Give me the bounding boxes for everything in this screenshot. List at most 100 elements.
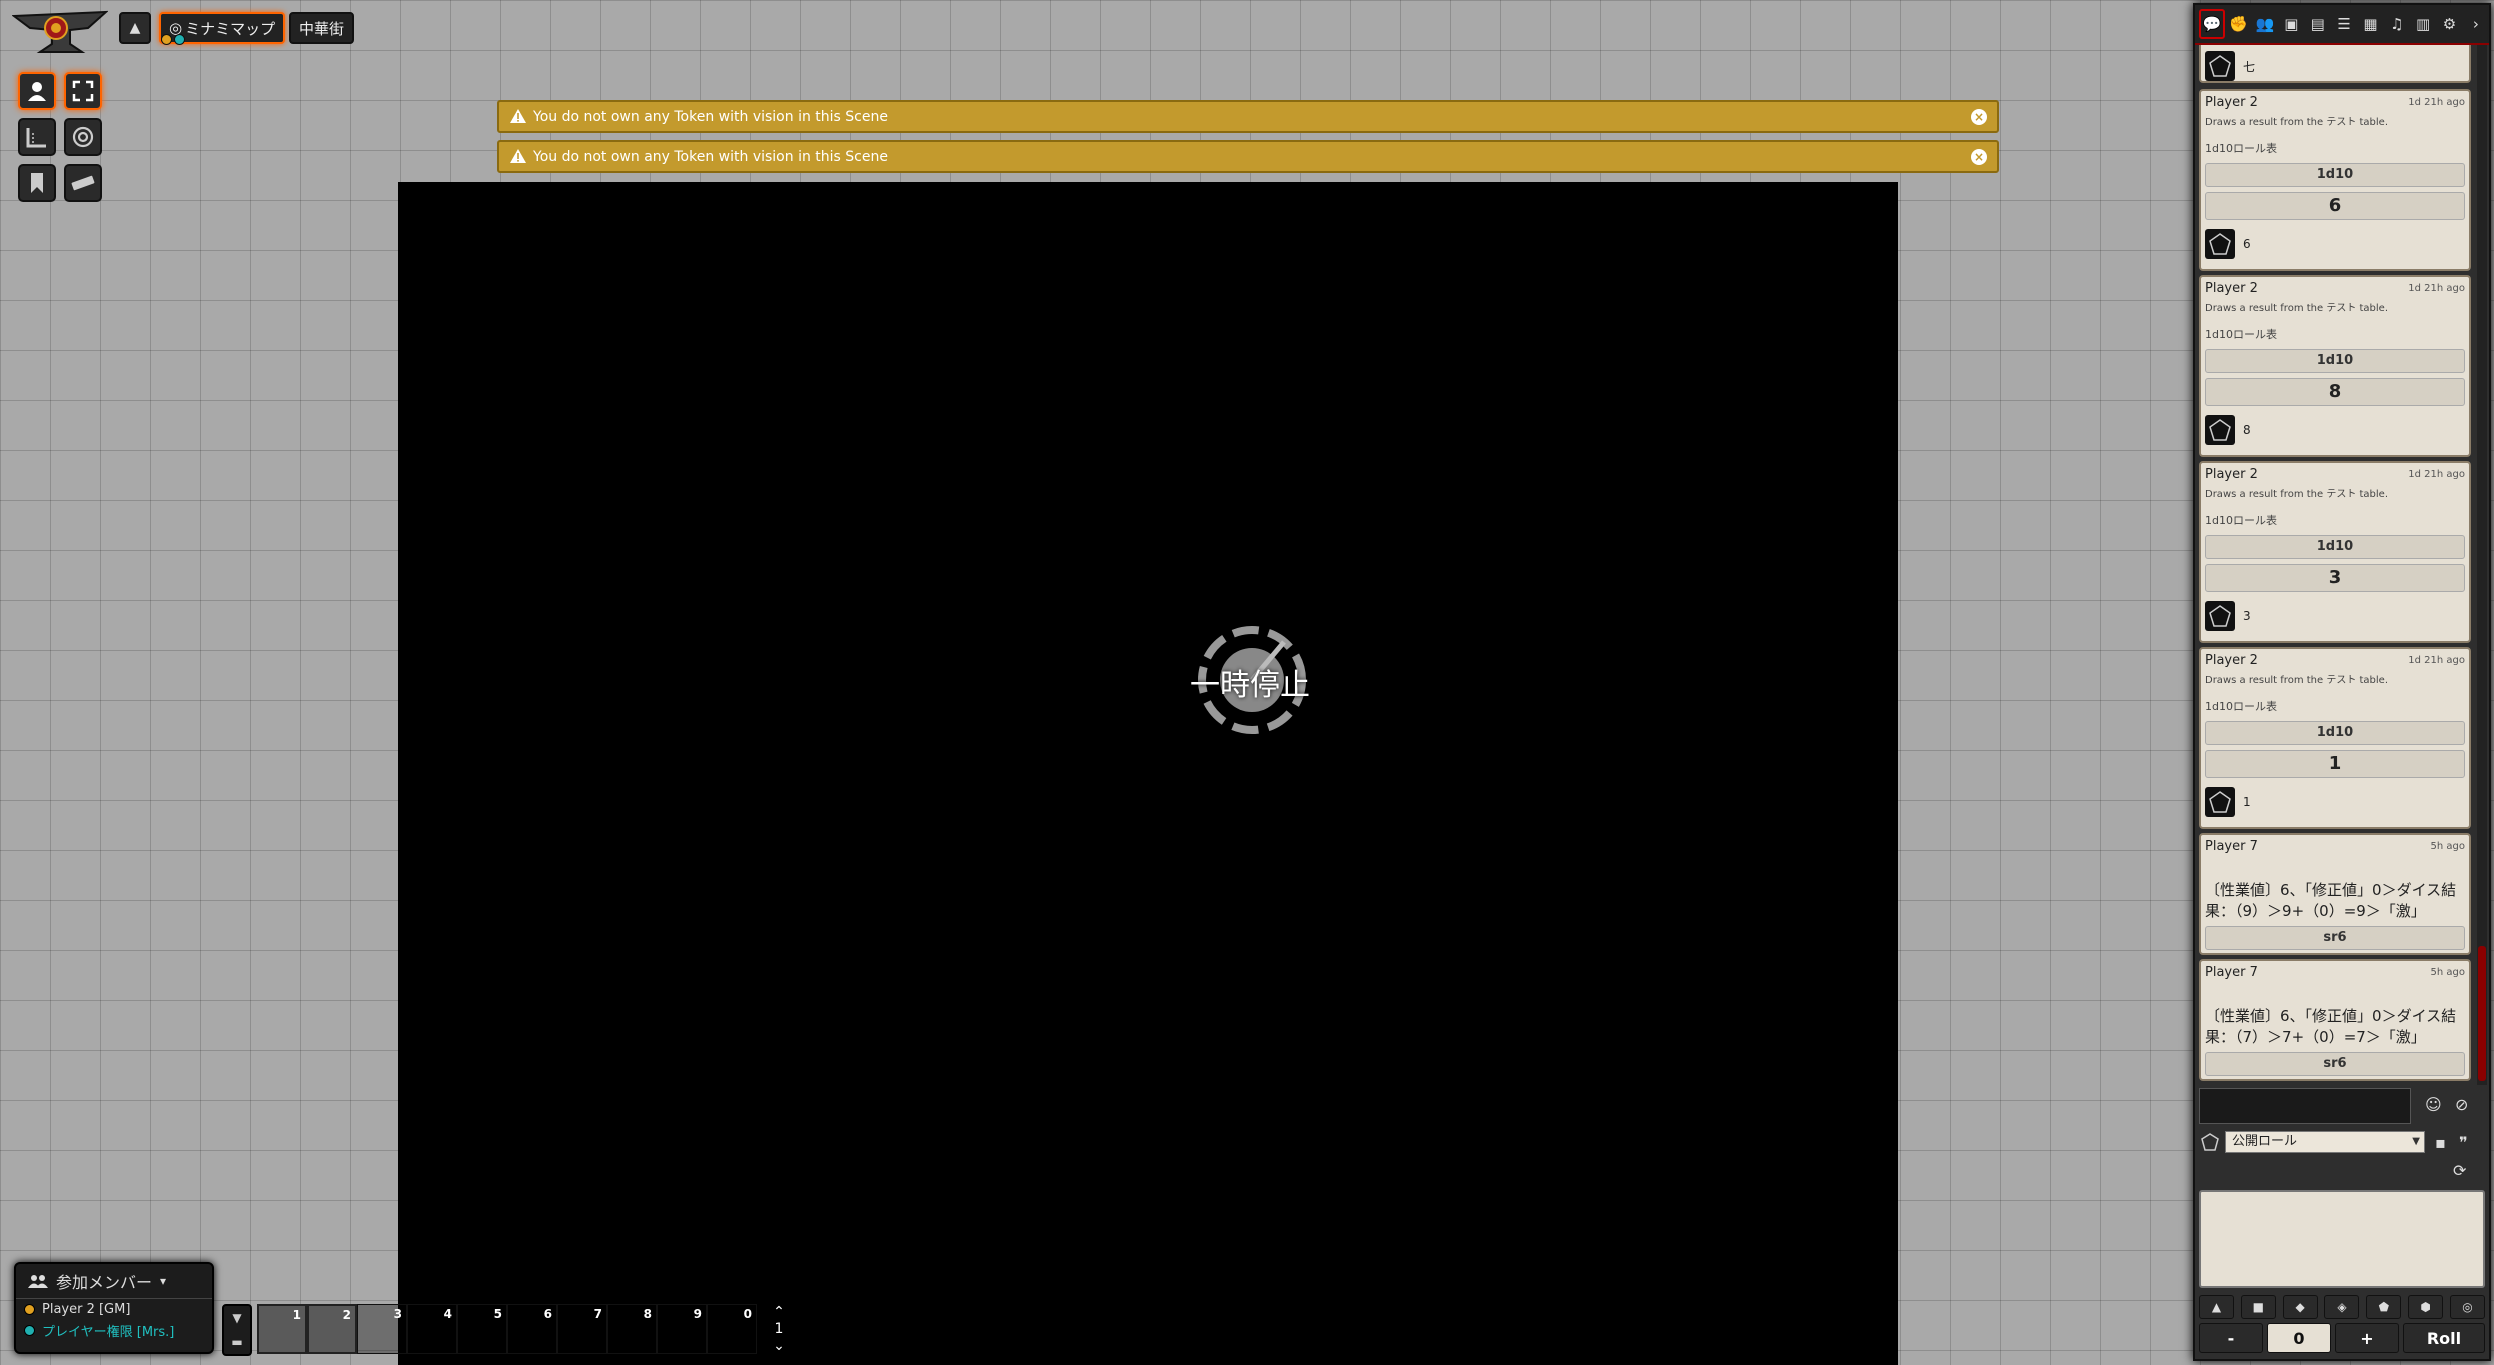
scrollbar-thumb[interactable]	[2478, 946, 2486, 1081]
result-text: 七	[2243, 59, 2256, 74]
close-icon[interactable]: ×	[1971, 149, 1987, 165]
user-dot	[161, 34, 172, 45]
roll-button[interactable]: Roll	[2403, 1323, 2485, 1353]
roll-result: 七	[2205, 49, 2465, 83]
tab-chat[interactable]: 💬	[2199, 9, 2226, 39]
dice-total: 8	[2205, 378, 2465, 406]
ruler-button[interactable]	[18, 118, 56, 156]
notification-warning: You do not own any Token with vision in …	[497, 100, 1999, 133]
message-flavor: Draws a result from the テスト table.	[2205, 117, 2389, 128]
pause-text: 一時停止	[1190, 668, 1310, 703]
chevron-up-icon[interactable]: ⌃	[773, 1304, 785, 1320]
measure-button[interactable]	[64, 164, 102, 202]
hotbar-slot[interactable]: 5	[457, 1304, 507, 1354]
table-name: 1d10ロール表	[2205, 700, 2277, 713]
atlas-icon: ▥	[2416, 15, 2431, 33]
target-button[interactable]	[64, 118, 102, 156]
dice-count-field[interactable]: 0	[2267, 1323, 2331, 1353]
hotbar-slot[interactable]: 9	[657, 1304, 707, 1354]
tab-compendium[interactable]: ▥	[2410, 9, 2436, 39]
users-icon: 👥	[2255, 15, 2275, 33]
dice-formula[interactable]: 1d10	[2205, 349, 2465, 373]
message-line: 果：（7）＞7+（0）=7＞「激」	[2205, 1028, 2426, 1046]
tab-settings[interactable]: ⚙	[2436, 9, 2462, 39]
scene-canvas[interactable]	[398, 182, 1898, 1365]
quote-icon[interactable]: ❞	[2459, 1133, 2468, 1152]
dice-total: 6	[2205, 192, 2465, 220]
dice-formula[interactable]: sr6	[2205, 926, 2465, 950]
table-name: 1d10ロール表	[2205, 328, 2277, 341]
increase-button[interactable]: +	[2335, 1323, 2399, 1353]
tab-actors[interactable]: 👥	[2252, 9, 2278, 39]
tab-tables[interactable]: ☰	[2331, 9, 2357, 39]
dice-total: 1	[2205, 750, 2465, 778]
foundry-logo[interactable]	[11, 8, 109, 60]
eye-slash-icon[interactable]: ⊘	[2455, 1095, 2468, 1114]
hotbar-slot[interactable]: 0	[707, 1304, 757, 1354]
notification-text: You do not own any Token with vision in …	[533, 148, 888, 165]
bookmark-button[interactable]	[18, 164, 56, 202]
caret-right-icon: ›	[2472, 15, 2479, 33]
hotbar-slot[interactable]: 8	[607, 1304, 657, 1354]
message-sender: Player 7	[2205, 839, 2258, 854]
token-controls-button[interactable]	[18, 72, 56, 110]
caret-down-icon[interactable]: ▼	[232, 1311, 241, 1325]
dice-formula[interactable]: 1d10	[2205, 163, 2465, 187]
d4-button[interactable]: ▲	[2199, 1295, 2234, 1319]
chevron-down-icon: ▾	[160, 1274, 167, 1288]
refresh-icon[interactable]: ⟳	[2453, 1161, 2466, 1180]
folder-icon[interactable]: ▬	[231, 1335, 242, 1349]
tape-measure-icon	[71, 175, 95, 191]
hotbar-slot[interactable]: 4	[407, 1304, 457, 1354]
tab-playlists[interactable]: ♫	[2384, 9, 2410, 39]
scene-tab-label: ミナミマップ	[185, 19, 276, 38]
tab-journal[interactable]: ▤	[2305, 9, 2331, 39]
d10-button[interactable]: ◈	[2324, 1295, 2360, 1319]
warning-icon	[509, 148, 527, 168]
scene-tab[interactable]: 中華街	[289, 12, 355, 44]
dice-tray: ▲ ■ ◆ ◈ ⬟ ⬢ ◎	[2199, 1295, 2485, 1319]
d20-button[interactable]: ⬢	[2408, 1295, 2444, 1319]
tab-combat[interactable]: ✊	[2225, 9, 2251, 39]
chevron-down-icon[interactable]: ⌄	[773, 1338, 785, 1354]
emoji-icon[interactable]: ☺	[2425, 1095, 2442, 1114]
tab-cards[interactable]: ▦	[2357, 9, 2383, 39]
select-tokens-button[interactable]	[64, 72, 102, 110]
d100-button[interactable]: ◎	[2449, 1295, 2485, 1319]
collapse-sidebar-button[interactable]: ›	[2463, 9, 2489, 39]
d6-button[interactable]: ■	[2240, 1295, 2276, 1319]
close-icon[interactable]: ×	[1971, 109, 1987, 125]
hotbar: 1 2 3 4 5 6 7 8 9 0	[257, 1304, 757, 1354]
hotbar-slot[interactable]: 6	[507, 1304, 557, 1354]
chat-message-input[interactable]	[2199, 1190, 2485, 1288]
scene-nav-toggle-button[interactable]: ▲	[119, 12, 151, 44]
suitcase-icon: ▣	[2284, 15, 2299, 33]
dice-formula[interactable]: 1d10	[2205, 721, 2465, 745]
triangle-up-icon: ▲	[129, 20, 141, 36]
target-icon	[72, 126, 94, 148]
message-timestamp: 5h ago	[2430, 967, 2465, 978]
hotbar-slot[interactable]: 2	[307, 1304, 357, 1354]
comment-icon[interactable]: ▪	[2435, 1133, 2446, 1152]
players-header[interactable]: 参加メンバー ▾	[16, 1264, 212, 1299]
chat-scrollbar[interactable]	[2477, 45, 2487, 1085]
decrease-button[interactable]: -	[2199, 1323, 2263, 1353]
result-text: 3	[2243, 609, 2251, 623]
message-timestamp: 5h ago	[2430, 841, 2465, 852]
d8-button[interactable]: ◆	[2282, 1295, 2318, 1319]
tab-items[interactable]: ▣	[2278, 9, 2304, 39]
dice-formula[interactable]: sr6	[2205, 1052, 2465, 1076]
dice-formula[interactable]: 1d10	[2205, 535, 2465, 559]
roll-mode-select[interactable]: 公開ロール ▼	[2225, 1131, 2425, 1153]
hotbar-slot[interactable]: 3	[357, 1304, 407, 1354]
hotbar-slot[interactable]: 1	[257, 1304, 307, 1354]
d10-icon	[2205, 787, 2235, 817]
hotbar-slot[interactable]: 7	[557, 1304, 607, 1354]
chat-speaker-field[interactable]	[2199, 1088, 2411, 1124]
hotbar-page-control[interactable]: ⌃ 1 ⌄	[769, 1304, 789, 1354]
d12-icon: ⬟	[2378, 1300, 2390, 1314]
chat-log[interactable]: 七 Player 2 1d 21h ago Draws a result fro…	[2199, 45, 2475, 1085]
player-item: Player 2 [GM]	[16, 1299, 212, 1320]
d12-button[interactable]: ⬟	[2366, 1295, 2402, 1319]
players-panel[interactable]: 参加メンバー ▾ Player 2 [GM] プレイヤー権限 [Mrs.]	[14, 1262, 214, 1354]
